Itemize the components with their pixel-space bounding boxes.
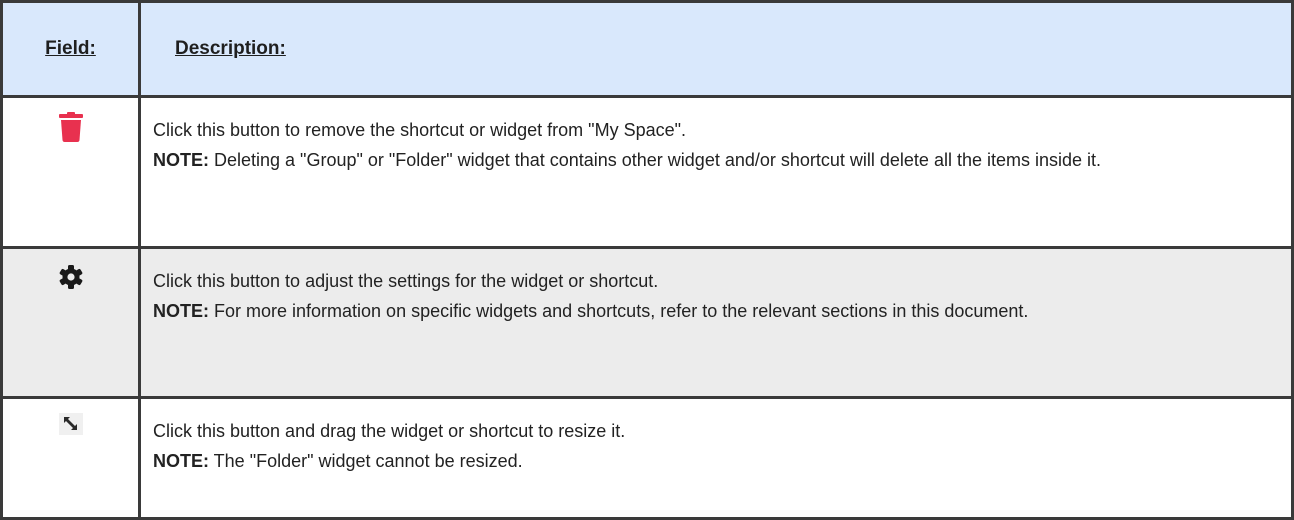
note-text: The "Folder" widget cannot be resized.	[209, 451, 523, 472]
note-label: NOTE:	[153, 301, 209, 322]
description-text: Click this button to remove the shortcut…	[153, 119, 686, 140]
table-row: Click this button to remove the shortcut…	[0, 94, 1294, 250]
note-paragraph: NOTE: For more information on specific w…	[153, 296, 1279, 326]
note-paragraph: NOTE: The "Folder" widget cannot be resi…	[153, 446, 1279, 476]
description-cell: Click this button and drag the widget or…	[138, 396, 1294, 520]
field-column-header: Field:	[0, 0, 141, 98]
gear-icon[interactable]	[59, 265, 83, 294]
note-text: For more information on specific widgets…	[209, 301, 1029, 322]
table-header-row: Field: Description:	[0, 0, 1294, 98]
field-cell	[0, 396, 141, 520]
note-label: NOTE:	[153, 451, 209, 472]
description-cell: Click this button to remove the shortcut…	[138, 94, 1294, 250]
table-row: Click this button to adjust the settings…	[0, 246, 1294, 400]
note-text: Deleting a "Group" or "Folder" widget th…	[209, 149, 1102, 170]
note-label: NOTE:	[153, 149, 209, 170]
trash-icon[interactable]	[58, 111, 83, 147]
description-text: Click this button and drag the widget or…	[153, 421, 626, 442]
description-column-header: Description:	[138, 0, 1294, 98]
table-row: Click this button and drag the widget or…	[0, 396, 1294, 520]
field-cell	[0, 246, 141, 400]
resize-icon[interactable]	[58, 413, 83, 440]
note-paragraph: NOTE: Deleting a "Group" or "Folder" wid…	[153, 145, 1279, 175]
description-text: Click this button to adjust the settings…	[153, 271, 659, 292]
field-cell	[0, 94, 141, 250]
description-cell: Click this button to adjust the settings…	[138, 246, 1294, 400]
field-description-table: Field: Description: Click this button to…	[0, 0, 1294, 520]
